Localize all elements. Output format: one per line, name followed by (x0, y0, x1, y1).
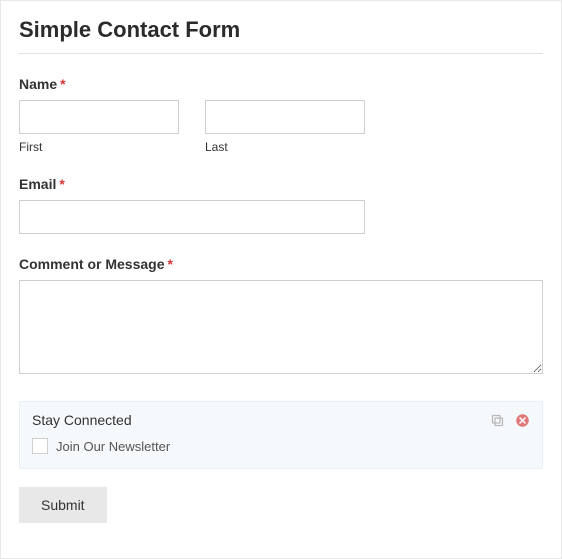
email-label-text: Email (19, 176, 56, 192)
name-field: Name* First Last (19, 76, 543, 154)
newsletter-label: Join Our Newsletter (56, 439, 170, 454)
checkbox-panel-header: Stay Connected (32, 412, 530, 428)
newsletter-checkbox[interactable] (32, 438, 48, 454)
name-columns: First Last (19, 100, 543, 154)
comment-label: Comment or Message* (19, 256, 543, 272)
last-name-sublabel: Last (205, 140, 365, 154)
last-name-input[interactable] (205, 100, 365, 134)
last-name-column: Last (205, 100, 365, 154)
email-label: Email* (19, 176, 543, 192)
delete-icon[interactable] (515, 413, 530, 428)
comment-label-text: Comment or Message (19, 256, 164, 272)
name-label-text: Name (19, 76, 57, 92)
checkbox-panel[interactable]: Stay Connected Join Our Newslet (19, 401, 543, 469)
divider (19, 53, 543, 54)
form-title: Simple Contact Form (19, 17, 543, 43)
submit-button[interactable]: Submit (19, 487, 107, 523)
comment-field: Comment or Message* (19, 256, 543, 379)
comment-textarea[interactable] (19, 280, 543, 374)
email-required-marker: * (59, 176, 64, 192)
name-required-marker: * (60, 76, 65, 92)
duplicate-icon[interactable] (490, 413, 505, 428)
first-name-column: First (19, 100, 179, 154)
first-name-sublabel: First (19, 140, 179, 154)
name-label: Name* (19, 76, 543, 92)
comment-required-marker: * (167, 256, 172, 272)
form-panel: Simple Contact Form Name* First Last Ema… (0, 0, 562, 559)
checkbox-panel-title: Stay Connected (32, 412, 132, 428)
first-name-input[interactable] (19, 100, 179, 134)
email-field: Email* (19, 176, 543, 234)
checkbox-panel-icons (490, 413, 530, 428)
checkbox-option-row: Join Our Newsletter (32, 438, 530, 454)
email-input[interactable] (19, 200, 365, 234)
